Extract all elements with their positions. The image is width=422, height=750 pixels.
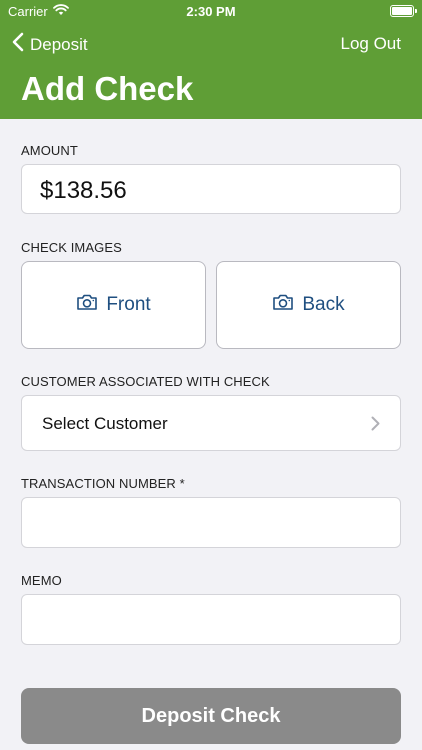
back-button[interactable]: Deposit — [12, 32, 88, 57]
battery-icon — [390, 5, 417, 17]
back-button-label: Deposit — [30, 34, 88, 54]
chevron-right-icon — [371, 416, 380, 436]
back-image-label: Back — [302, 294, 345, 315]
back-image-button[interactable]: Back — [216, 261, 401, 349]
camera-icon — [272, 293, 294, 317]
chevron-left-icon — [12, 32, 24, 57]
select-customer-row[interactable]: Select Customer — [21, 395, 401, 451]
transaction-number-field[interactable] — [21, 497, 401, 548]
nav-row: Deposit Log Out — [0, 30, 422, 58]
front-image-label: Front — [106, 294, 151, 315]
status-bar: Carrier 2:30 PM — [0, 0, 422, 24]
page-title: Add Check — [21, 70, 194, 107]
front-image-button[interactable]: Front — [21, 261, 206, 349]
memo-field[interactable] — [21, 594, 401, 645]
logout-button[interactable]: Log Out — [341, 34, 402, 54]
select-customer-label: Select Customer — [42, 414, 168, 433]
amount-field[interactable]: $138.56 — [21, 164, 401, 214]
transaction-number-label: TRANSACTION NUMBER * — [21, 476, 185, 491]
deposit-check-button[interactable]: Deposit Check — [21, 688, 401, 744]
check-images-label: CHECK IMAGES — [21, 240, 122, 255]
amount-label: AMOUNT — [21, 143, 78, 158]
amount-value: $138.56 — [40, 177, 127, 204]
memo-label: MEMO — [21, 573, 62, 588]
status-time: 2:30 PM — [186, 4, 236, 19]
customer-label: CUSTOMER ASSOCIATED WITH CHECK — [21, 374, 270, 389]
camera-icon — [76, 293, 98, 317]
header-bar: Carrier 2:30 PM Deposit Log Out Add Chec… — [0, 0, 422, 119]
